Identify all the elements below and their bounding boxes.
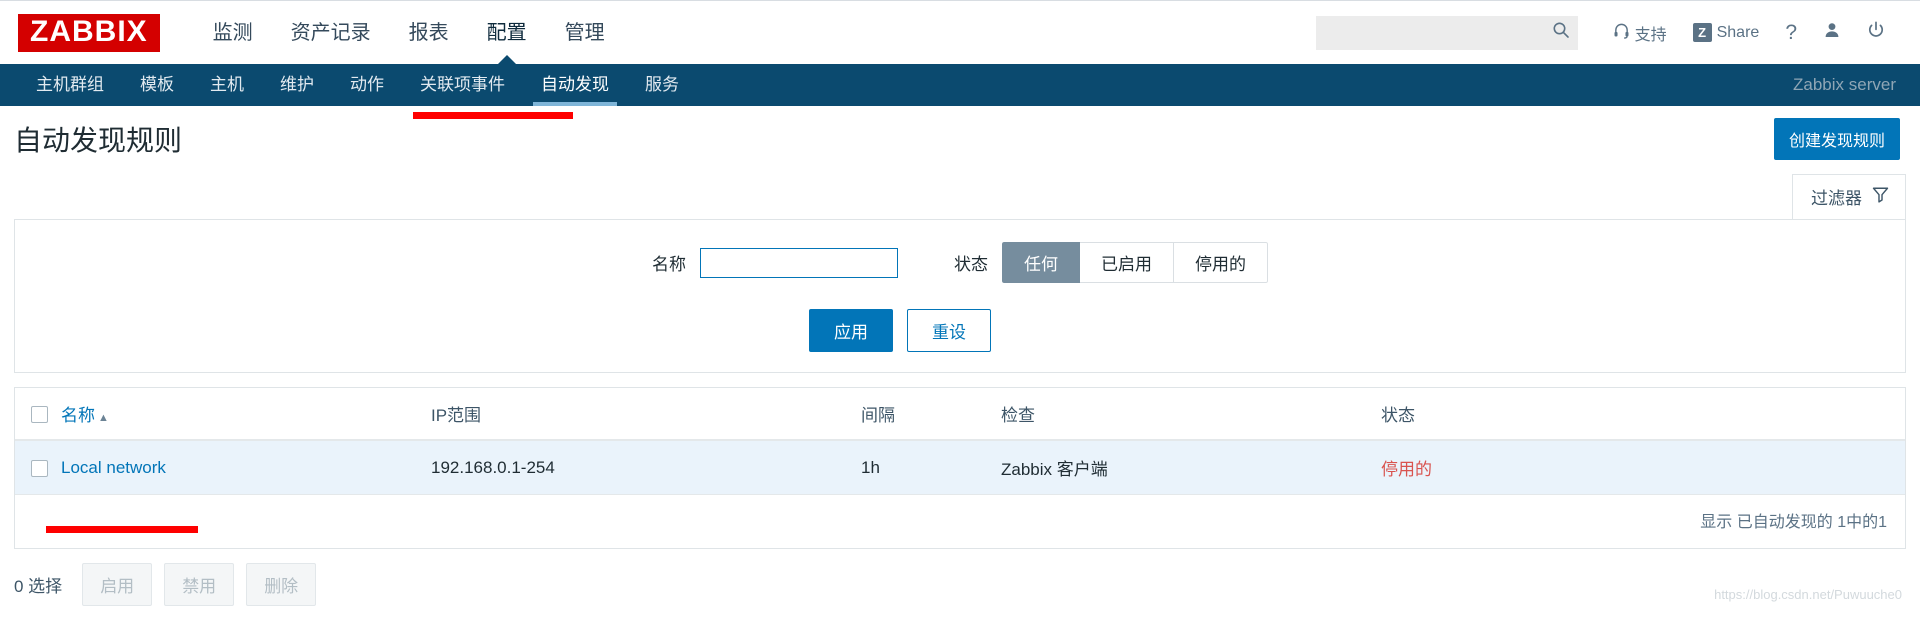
selected-count-label: 0 选择 <box>14 577 63 596</box>
filter-actions: 应用 重设 <box>15 309 1905 352</box>
global-search-box[interactable] <box>1315 15 1578 50</box>
search-icon[interactable] <box>1552 21 1570 44</box>
headset-icon <box>1613 22 1630 44</box>
logout-button[interactable] <box>1854 21 1898 44</box>
row-status-cell: 停用的 <box>1381 440 1905 495</box>
subnav-item-actions[interactable]: 动作 <box>332 64 402 106</box>
subnav-item-host-groups[interactable]: 主机群组 <box>18 64 122 106</box>
filter-reset-button[interactable]: 重设 <box>907 309 991 352</box>
subnav-item-discovery[interactable]: 自动发现 <box>523 64 627 106</box>
select-all-checkbox[interactable] <box>31 405 48 423</box>
row-checks-cell: Zabbix 客户端 <box>1001 440 1381 495</box>
column-header-checks: 检查 <box>1001 388 1381 441</box>
page-title: 自动发现规则 <box>14 125 183 156</box>
row-checkbox[interactable] <box>31 459 48 477</box>
enable-button[interactable]: 启用 <box>82 563 153 606</box>
annotation-underline-discovery <box>413 112 573 119</box>
share-z-icon: Z <box>1692 23 1712 42</box>
sort-ascending-icon: ▲ <box>98 412 109 424</box>
table-row[interactable]: Local network 192.168.0.1-254 1h Zabbix … <box>15 440 1905 495</box>
power-icon <box>1867 21 1885 44</box>
nav-item-administration[interactable]: 管理 <box>546 1 624 65</box>
watermark-text: https://blog.csdn.net/Puwuuche0 <box>1714 587 1902 602</box>
nav-item-monitoring[interactable]: 监测 <box>194 1 272 65</box>
subnav-item-hosts[interactable]: 主机 <box>192 64 262 106</box>
bulk-action-bar: 0 选择 启用 禁用 删除 https://blog.csdn.net/Puwu… <box>0 549 1920 616</box>
filter-name-input[interactable] <box>700 247 898 278</box>
share-button[interactable]: Z Share <box>1680 23 1773 42</box>
filter-status-option-enabled[interactable]: 已启用 <box>1080 242 1174 283</box>
table-head: 名称 ▲ IP范围 间隔 检查 状态 <box>15 388 1905 441</box>
filter-name-label: 名称 <box>652 255 686 274</box>
subnav-item-services[interactable]: 服务 <box>627 64 697 106</box>
discovery-rules-table: 名称 ▲ IP范围 间隔 检查 状态 Local network 192.168… <box>15 388 1905 495</box>
table-header-row: 名称 ▲ IP范围 间隔 检查 状态 <box>15 388 1905 441</box>
row-ip-range-cell: 192.168.0.1-254 <box>431 440 861 495</box>
top-header-bar: ZABBIX 监测 资产记录 报表 配置 管理 支持 Z Share ? <box>0 0 1920 66</box>
server-name-label: Zabbix server <box>1793 75 1896 94</box>
column-header-name[interactable]: 名称 ▲ <box>61 388 431 441</box>
annotation-underline-local-network <box>46 526 198 533</box>
filter-tab-row: 过滤器 <box>0 174 1920 219</box>
top-header-actions: 支持 Z Share ? <box>1315 15 1898 50</box>
filter-tab-label: 过滤器 <box>1811 189 1862 208</box>
status-badge[interactable]: 停用的 <box>1381 460 1432 479</box>
filter-panel: 名称 状态 任何 已启用 停用的 应用 重设 <box>14 219 1906 373</box>
support-label: 支持 <box>1634 26 1667 44</box>
main-content: 自动发现规则 创建发现规则 过滤器 名称 状态 任何 已启用 停用的 应用 重设… <box>0 106 1920 616</box>
filter-status-segmented-control: 任何 已启用 停用的 <box>1002 242 1268 283</box>
funnel-icon <box>1872 186 1889 208</box>
user-profile-button[interactable] <box>1810 21 1854 44</box>
filter-status-option-disabled[interactable]: 停用的 <box>1174 242 1268 283</box>
disable-button[interactable]: 禁用 <box>164 563 235 606</box>
column-header-ip-range: IP范围 <box>431 388 861 441</box>
filter-status-label: 状态 <box>954 255 988 274</box>
table-result-summary: 显示 已自动发现的 1中的1 <box>15 495 1905 548</box>
subnav-item-event-correlation[interactable]: 关联项事件 <box>402 64 523 106</box>
subnav-item-maintenance[interactable]: 维护 <box>262 64 332 106</box>
row-name-cell: Local network <box>61 440 431 495</box>
column-header-interval: 间隔 <box>861 388 1001 441</box>
filter-fields-row: 名称 状态 任何 已启用 停用的 <box>15 242 1905 283</box>
discovery-rule-link[interactable]: Local network <box>61 458 166 477</box>
secondary-navigation: 主机群组 模板 主机 维护 动作 关联项事件 自动发现 服务 Zabbix se… <box>0 64 1920 106</box>
delete-button[interactable]: 删除 <box>246 563 317 606</box>
zabbix-logo[interactable]: ZABBIX <box>18 13 160 52</box>
support-button[interactable]: 支持 <box>1600 21 1680 45</box>
help-button[interactable]: ? <box>1772 21 1810 45</box>
column-header-name-label: 名称 <box>61 406 95 425</box>
filter-status-option-any[interactable]: 任何 <box>1002 242 1080 283</box>
column-header-status: 状态 <box>1381 388 1905 441</box>
filter-apply-button[interactable]: 应用 <box>809 309 893 352</box>
select-all-header <box>15 388 61 441</box>
table-body: Local network 192.168.0.1-254 1h Zabbix … <box>15 440 1905 495</box>
share-label: Share <box>1716 23 1760 41</box>
page-header: 自动发现规则 创建发现规则 <box>0 106 1920 168</box>
search-input[interactable] <box>1325 23 1552 42</box>
row-interval-cell: 1h <box>861 440 1001 495</box>
person-icon <box>1823 21 1841 44</box>
primary-navigation: 监测 资产记录 报表 配置 管理 <box>194 1 624 66</box>
question-mark-icon: ? <box>1785 20 1797 44</box>
nav-item-reports[interactable]: 报表 <box>390 1 468 65</box>
nav-item-inventory[interactable]: 资产记录 <box>272 1 390 65</box>
discovery-rules-table-container: 名称 ▲ IP范围 间隔 检查 状态 Local network 192.168… <box>14 387 1906 549</box>
nav-item-configuration[interactable]: 配置 <box>468 1 546 66</box>
subnav-item-templates[interactable]: 模板 <box>122 64 192 106</box>
create-discovery-rule-button[interactable]: 创建发现规则 <box>1773 118 1900 160</box>
filter-tab[interactable]: 过滤器 <box>1792 174 1906 219</box>
row-select-cell <box>15 440 61 495</box>
